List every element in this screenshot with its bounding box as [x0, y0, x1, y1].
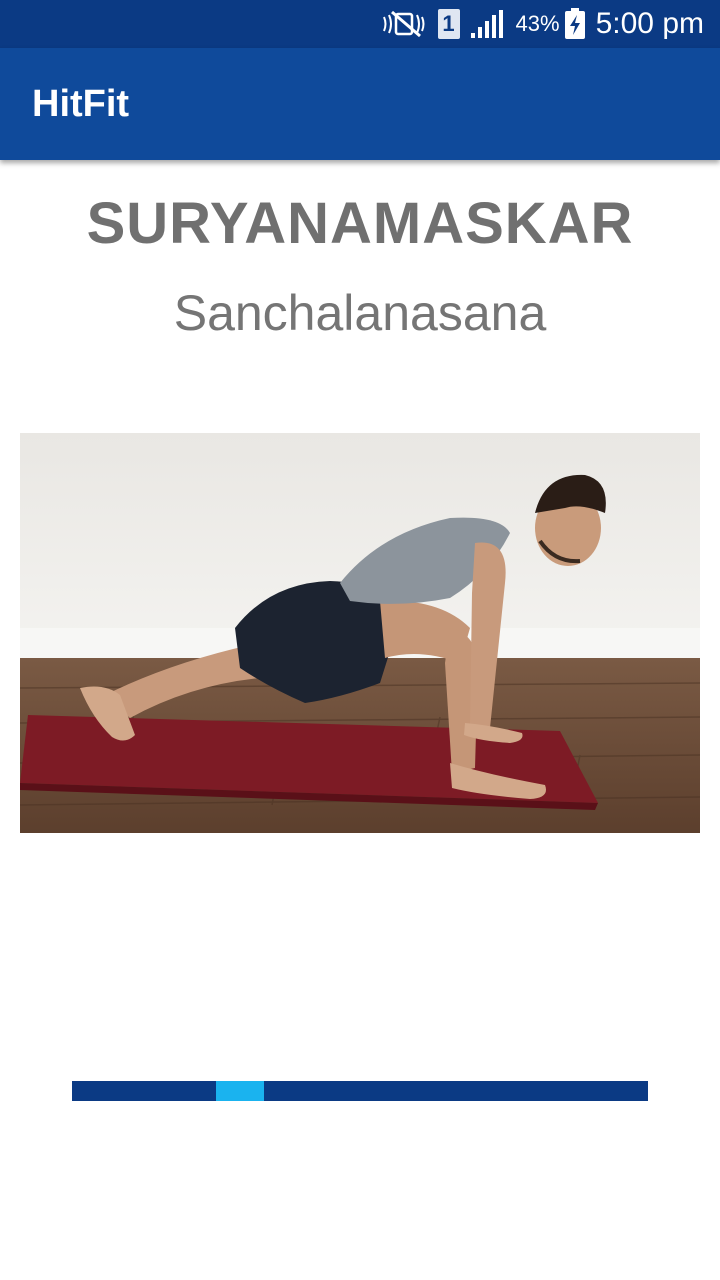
app-title: HitFit — [32, 82, 130, 125]
mute-vibrate-icon — [380, 9, 428, 39]
person-lunge-on-yoga-mat-photo — [20, 433, 700, 833]
exercise-progress-bar — [72, 1081, 648, 1101]
battery-percent: 43% — [515, 11, 560, 36]
pose-image — [20, 433, 700, 833]
sim-label: 1 — [437, 9, 460, 39]
pose-name: Sanchalanasana — [173, 285, 547, 341]
signal-icon — [470, 9, 506, 39]
clock: 5:00 pm — [595, 7, 704, 40]
progress-current-step — [216, 1081, 264, 1101]
app-bar: HitFit — [0, 48, 720, 160]
battery-charging-icon — [564, 8, 586, 40]
status-bar: 1 43% 5:00 pm — [0, 0, 720, 48]
sim-1-icon: 1 — [437, 9, 460, 39]
exercise-title: SURYANAMASKAR — [86, 191, 634, 256]
